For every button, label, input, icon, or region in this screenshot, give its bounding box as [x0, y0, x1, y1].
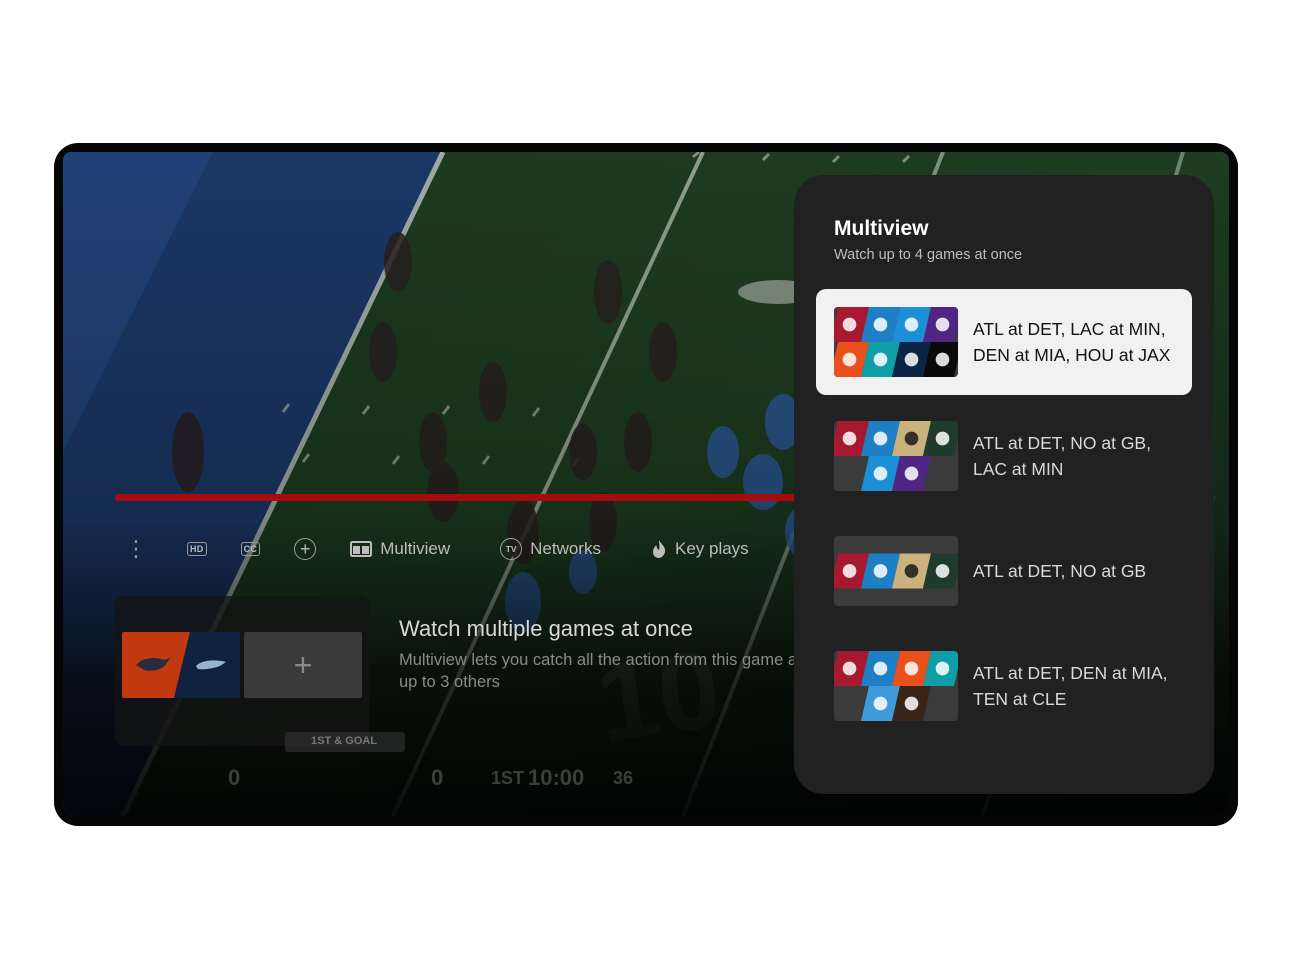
add-circle-icon: +: [294, 538, 317, 560]
dolphin-icon-mark: [935, 661, 950, 676]
option-thumbnail: [834, 651, 958, 721]
option-thumbnail: [834, 421, 958, 491]
home-score: 0: [431, 765, 444, 790]
current-game-tile[interactable]: [122, 632, 240, 698]
option-label: ATL at DET, DEN at MIA, TEN at CLE: [973, 663, 1168, 709]
promo-title: Watch multiple games at once: [399, 616, 693, 641]
bolt-icon-mark: [873, 466, 888, 481]
key-plays-button[interactable]: Key plays: [651, 539, 749, 559]
matchup-grid-graphic: [834, 421, 958, 491]
player-controls: ⋮ HD CC + Multiview TV Networks Key play…: [125, 534, 783, 564]
tv-icon: TV: [500, 538, 523, 560]
panel-title: Multiview: [834, 217, 929, 240]
option-label: ATL at DET, LAC at MIN, DEN at MIA, HOU …: [973, 319, 1171, 365]
dolphin-icon-mark: [873, 352, 888, 367]
cc-icon: CC: [240, 542, 261, 556]
falcon-icon-mark: [842, 564, 857, 578]
option-label: ATL at DET, NO at GB, LAC at MIN: [973, 433, 1151, 479]
flame-icon: [652, 540, 666, 558]
play-clock: 36: [613, 767, 634, 788]
matchup-grid-graphic: [834, 651, 958, 721]
lion-icon-mark: [873, 431, 888, 446]
jaguar-icon-mark: [935, 352, 950, 367]
plus-icon: +: [293, 647, 313, 683]
game-clock: 10:00: [528, 765, 585, 790]
viking-icon-mark: [935, 317, 950, 332]
networks-button[interactable]: TV Networks: [500, 538, 601, 560]
g-logo-icon-mark: [935, 564, 950, 578]
hd-icon: HD: [187, 542, 207, 556]
away-score: 0: [228, 765, 241, 790]
fleur-de-lis-icon-mark: [904, 431, 919, 446]
multiview-panel: Multiview Watch up to 4 games at once AT…: [794, 175, 1214, 794]
bronco-icon-mark: [904, 661, 919, 676]
g-logo-icon-mark: [935, 431, 950, 446]
multiview-button-label: Multiview: [380, 539, 451, 558]
progress-bar-fill: [115, 494, 797, 501]
lion-icon-mark: [873, 317, 888, 332]
multiview-button[interactable]: Multiview: [350, 539, 450, 559]
lion-icon-mark: [873, 564, 888, 578]
panel-subtitle: Watch up to 4 games at once: [834, 247, 1023, 263]
option-thumbnail: [834, 307, 958, 377]
current-game-matchup-graphic: [122, 632, 240, 698]
matchup-grid-graphic: [834, 536, 958, 606]
lion-icon-mark: [873, 661, 888, 676]
option-thumbnail: [834, 536, 958, 606]
fleur-de-lis-icon-mark: [904, 564, 919, 578]
promo-description: Multiview lets you catch all the action …: [399, 651, 816, 691]
multiview-option[interactable]: ATL at DET, NO at GB, LAC at MIN: [816, 403, 1192, 509]
more-vertical-icon: ⋮: [125, 536, 147, 561]
bolt-icon-mark: [904, 317, 919, 332]
falcon-icon-mark: [842, 317, 857, 332]
falcon-icon-mark: [842, 661, 857, 676]
quarter: 1ST: [491, 767, 525, 788]
multiview-option[interactable]: ATL at DET, DEN at MIA, TEN at CLE: [816, 633, 1192, 739]
titan-icon-mark: [873, 696, 888, 711]
more-options-button[interactable]: ⋮: [125, 536, 147, 562]
key-plays-button-label: Key plays: [674, 539, 749, 558]
option-label: ATL at DET, NO at GB: [973, 561, 1147, 581]
multiview-option[interactable]: ATL at DET, LAC at MIN, DEN at MIA, HOU …: [816, 289, 1192, 395]
captions-button[interactable]: CC: [240, 542, 261, 556]
hd-button[interactable]: HD: [187, 542, 207, 556]
bull-icon-mark: [904, 352, 919, 367]
down-distance-chip: 1ST & GOAL: [285, 732, 405, 752]
viking-icon-mark: [904, 466, 919, 481]
bronco-icon-mark: [842, 352, 857, 367]
add-game-tile[interactable]: +: [244, 632, 362, 698]
add-button[interactable]: +: [294, 538, 317, 560]
helmet-icon-mark: [904, 696, 919, 711]
multiview-option[interactable]: ATL at DET, NO at GB: [816, 518, 1192, 624]
matchup-grid-graphic: [834, 307, 958, 377]
falcon-icon-mark: [842, 431, 857, 446]
multiview-icon: [350, 541, 373, 557]
networks-button-label: Networks: [530, 539, 601, 558]
